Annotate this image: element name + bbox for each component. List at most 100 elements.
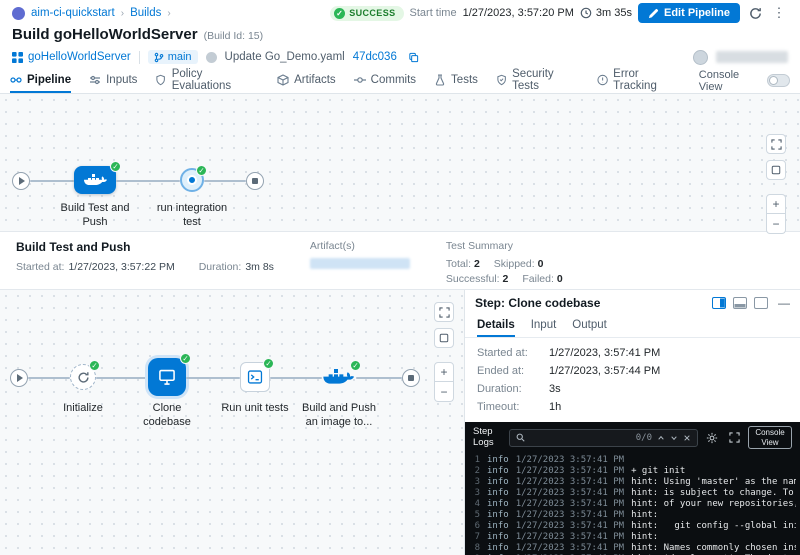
- tab-details[interactable]: Details: [477, 314, 515, 337]
- tab-bar: Pipeline Inputs Policy Evaluations Artif…: [0, 68, 800, 94]
- log-line-number: 2: [471, 466, 480, 477]
- search-next-icon[interactable]: [670, 434, 678, 442]
- search-prev-icon[interactable]: [657, 434, 665, 442]
- log-line: 8 info 1/27/2023 3:57:41 PM hint: Names …: [471, 543, 796, 554]
- log-level: info: [487, 455, 509, 466]
- zoom-in-button[interactable]: +: [434, 362, 454, 382]
- docker-whale-icon: [322, 365, 354, 389]
- zoom-in-button[interactable]: +: [766, 194, 786, 214]
- stage-started-at: Started at:1/27/2023, 3:57:22 PM: [16, 261, 175, 273]
- log-line: 1 info 1/27/2023 3:57:41 PM: [471, 455, 796, 466]
- artifact-link-redacted[interactable]: [310, 258, 410, 269]
- canvas-fit-button[interactable]: [434, 328, 454, 348]
- minimize-icon[interactable]: —: [778, 296, 790, 310]
- branch-chip[interactable]: main: [148, 50, 198, 64]
- console-title: Step Logs: [473, 427, 503, 449]
- pipeline-start-node[interactable]: [12, 172, 30, 190]
- tab-error-tracking[interactable]: Error Tracking: [597, 68, 681, 93]
- log-line-number: 4: [471, 499, 480, 510]
- stage-graph-canvas[interactable]: ✓ Build Test and Push ✓ run integration …: [0, 94, 800, 232]
- refresh-icon[interactable]: [746, 4, 764, 22]
- log-timestamp: 1/27/2023 3:57:41 PM: [516, 543, 624, 554]
- log-text: hint: Names commonly chosen instead of: [631, 543, 796, 554]
- zoom-out-button[interactable]: −: [766, 214, 786, 234]
- search-close-icon[interactable]: [683, 434, 691, 442]
- connector: [270, 377, 322, 379]
- success-check-icon: ✓: [196, 165, 207, 176]
- log-console: Step Logs 0/0: [465, 422, 800, 555]
- log-level: info: [487, 521, 509, 532]
- tab-pipeline[interactable]: Pipeline: [10, 68, 71, 93]
- pencil-icon: [648, 8, 659, 19]
- breadcrumb-project[interactable]: aim-ci-quickstart: [31, 7, 115, 19]
- log-level: info: [487, 510, 509, 521]
- log-fullscreen-icon[interactable]: [726, 430, 742, 446]
- console-view-switch[interactable]: [767, 74, 790, 87]
- canvas-fullscreen-button[interactable]: [766, 134, 786, 154]
- branch-icon: [154, 52, 164, 63]
- zoom-out-button[interactable]: −: [434, 382, 454, 402]
- tab-inputs[interactable]: Inputs: [89, 68, 137, 93]
- log-timestamp: 1/27/2023 3:57:41 PM: [516, 488, 624, 499]
- tab-commits[interactable]: Commits: [354, 68, 416, 93]
- success-check-icon: ✓: [89, 360, 100, 371]
- terminal-icon: [247, 370, 263, 384]
- tab-output[interactable]: Output: [572, 314, 607, 337]
- stage-node-build-test-push[interactable]: ✓: [74, 166, 116, 194]
- step-node-clone-codebase[interactable]: ✓: [148, 358, 186, 396]
- log-timestamp: 1/27/2023 3:57:41 PM: [516, 455, 624, 466]
- log-level: info: [487, 466, 509, 477]
- commit-hash-link[interactable]: 47dc036: [353, 51, 397, 63]
- artifacts-label: Artifact(s): [310, 240, 410, 252]
- title-row: Build goHelloWorldServer (Build Id: 15): [0, 26, 800, 46]
- page-title: Build goHelloWorldServer: [12, 26, 198, 43]
- step-graph-canvas[interactable]: ✓ Initialize ✓ Clone codebase ✓ Run unit…: [0, 290, 464, 555]
- log-search-box[interactable]: 0/0: [509, 429, 698, 447]
- tab-artifacts[interactable]: Artifacts: [277, 68, 336, 93]
- stage-node-run-integration-test[interactable]: ✓: [180, 168, 204, 192]
- console-view-toggle-group: Console View: [699, 68, 790, 93]
- detail-label: Started at:: [477, 347, 549, 359]
- start-time-label: Start time: [410, 7, 457, 19]
- copy-icon[interactable]: [405, 48, 423, 66]
- grid-icon: [12, 52, 23, 63]
- breadcrumb-builds[interactable]: Builds: [130, 7, 161, 19]
- layout-split-right-icon[interactable]: [711, 297, 726, 310]
- stage-info-title: Build Test and Push: [16, 240, 274, 254]
- tab-tests[interactable]: Tests: [434, 68, 478, 93]
- connector: [116, 180, 180, 182]
- tab-policy-evaluations[interactable]: Policy Evaluations: [155, 68, 259, 93]
- repo-chip[interactable]: goHelloWorldServer: [12, 51, 131, 63]
- log-text: + git init: [631, 466, 685, 477]
- log-settings-gear-icon[interactable]: [704, 430, 720, 446]
- connector: [30, 180, 74, 182]
- breadcrumb-separator: ›: [121, 8, 124, 19]
- pipeline-end-node[interactable]: [246, 172, 264, 190]
- stage-duration: Duration:3m 8s: [199, 261, 274, 273]
- step-node-initialize[interactable]: ✓: [70, 364, 96, 390]
- stage-end-node[interactable]: [402, 369, 420, 387]
- edit-pipeline-button[interactable]: Edit Pipeline: [638, 3, 740, 23]
- alert-circle-icon: [597, 74, 608, 86]
- canvas-fullscreen-button[interactable]: [434, 302, 454, 322]
- log-text: hint: is subject to change. To configu: [631, 488, 796, 499]
- log-timestamp: 1/27/2023 3:57:41 PM: [516, 510, 624, 521]
- console-view-button[interactable]: Console View: [748, 426, 792, 449]
- layout-split-bottom-icon[interactable]: [732, 297, 747, 310]
- commit-message[interactable]: Update Go_Demo.yaml: [225, 51, 345, 63]
- log-lines: 1 info 1/27/2023 3:57:41 PM 2 info 1/27/…: [465, 453, 800, 555]
- tab-security-tests[interactable]: Security Tests: [496, 68, 579, 93]
- connector: [186, 377, 240, 379]
- user-avatar[interactable]: [693, 50, 708, 65]
- more-options-icon[interactable]: ⋮: [770, 4, 788, 22]
- log-text: hint: git config --global init.defaul: [631, 521, 796, 532]
- stage-start-node[interactable]: [10, 369, 28, 387]
- step-node-build-push-image[interactable]: ✓: [322, 365, 356, 391]
- tab-input[interactable]: Input: [531, 314, 557, 337]
- canvas-fit-button[interactable]: [766, 160, 786, 180]
- log-line-number: 6: [471, 521, 480, 532]
- step-details-panel: Step: Clone codebase — Details Input Out…: [464, 290, 800, 555]
- connector: [356, 377, 402, 379]
- layout-full-icon[interactable]: [753, 297, 768, 310]
- step-node-run-unit-tests[interactable]: ✓: [240, 362, 270, 392]
